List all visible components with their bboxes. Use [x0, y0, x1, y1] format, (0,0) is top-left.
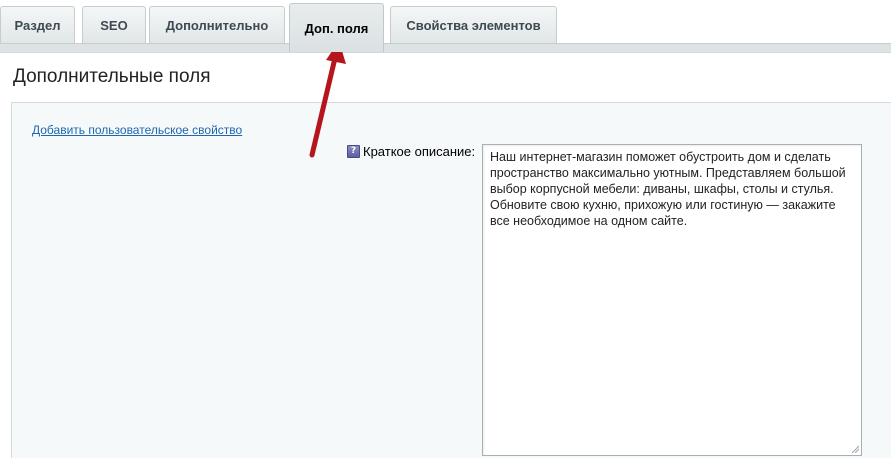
tab-dopolnitelno[interactable]: Дополнительно: [149, 6, 285, 43]
tab-element-properties[interactable]: Свойства элементов: [390, 6, 557, 43]
tab-dop-polya[interactable]: Доп. поля: [289, 3, 384, 52]
add-custom-property-link[interactable]: Добавить пользовательское свойство: [32, 123, 242, 137]
tab-razdel[interactable]: Раздел: [0, 6, 75, 43]
page-header: Дополнительные поля: [0, 52, 891, 102]
tab-seo[interactable]: SEO: [82, 6, 146, 43]
question-icon[interactable]: ?: [347, 145, 360, 158]
page-title: Дополнительные поля: [13, 66, 211, 87]
resize-grip-icon[interactable]: [851, 445, 859, 453]
tab-bar-underline: [0, 43, 891, 52]
short-description-text: Наш интернет-магазин поможет обустроить …: [490, 150, 846, 228]
short-description-label: Краткое описание:: [363, 144, 476, 159]
tab-bar: Раздел SEO Дополнительно Доп. поля Свойс…: [0, 0, 891, 52]
short-description-textarea[interactable]: Наш интернет-магазин поможет обустроить …: [482, 144, 862, 456]
